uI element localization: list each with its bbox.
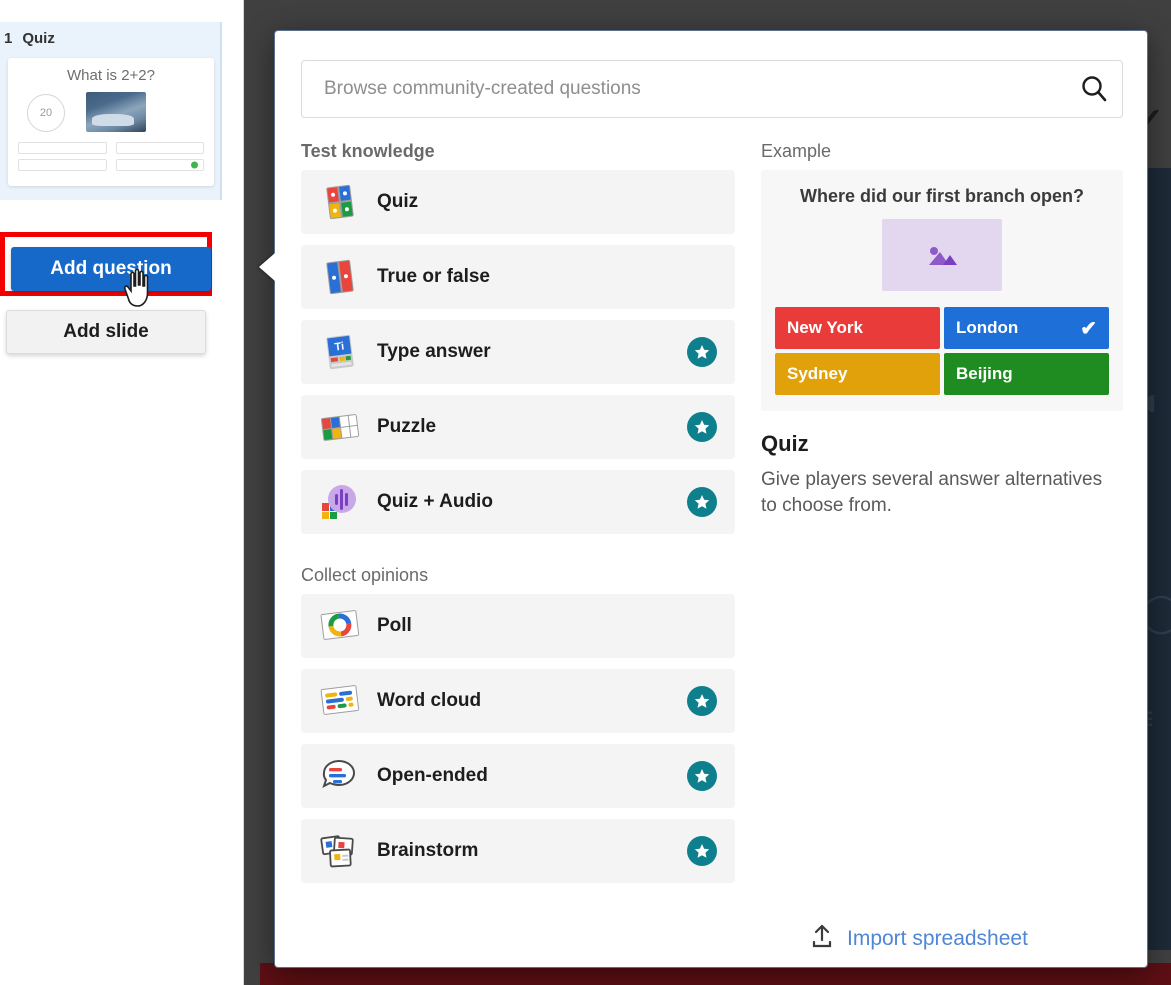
thumbnail-answers [18,142,204,176]
import-spreadsheet-button[interactable]: Import spreadsheet [809,923,1028,955]
question-type-label: Brainstorm [377,840,479,861]
example-heading: Example [761,141,832,161]
thumbnail-image [86,92,146,132]
search-bar[interactable] [301,60,1123,118]
example-answer-label: Beijing [956,364,1013,383]
question-type-modal: Test knowledge [259,30,1148,968]
add-slide-button[interactable]: Add slide [6,310,206,354]
add-question-button[interactable]: Add question [11,247,211,291]
speech-bubble-icon [317,753,363,799]
example-card: Where did our first branch open? New Yor… [761,170,1123,411]
question-type-label: Type answer [377,341,491,362]
true-false-tiles-icon [317,254,363,300]
audio-wave-icon [317,479,363,525]
example-answer-label: Sydney [787,364,848,383]
question-type-open-ended[interactable]: Open-ended [301,744,735,808]
slide-list-item[interactable]: 1 Quiz What is 2+2? 20 [0,22,222,200]
example-answer-label: London [956,318,1019,337]
question-type-brainstorm[interactable]: Brainstorm [301,819,735,883]
question-type-label: Word cloud [377,690,482,711]
premium-star-icon [687,487,717,517]
app-root: ✓ ◐ ◯ ≡ 1 Quiz What is 2+2? 20 [0,0,1171,985]
poll-donut-icon [317,603,363,649]
question-type-label: Quiz [377,191,419,212]
slide-number: 1 [4,30,13,47]
slide-header: 1 Quiz [0,22,220,53]
question-type-label: True or false [377,266,490,287]
thumbnail-answer-row [18,142,204,154]
search-icon[interactable] [1066,74,1122,104]
puzzle-tiles-icon [317,404,363,450]
question-type-label: Poll [377,615,412,636]
slides-sidebar: 1 Quiz What is 2+2? 20 Add question Add … [0,0,244,985]
example-type-title: Quiz [761,431,809,456]
sticky-notes-icon [317,828,363,874]
premium-star-icon [687,337,717,367]
thumbnail-answer-box [115,142,204,154]
question-type-label: Puzzle [377,416,437,437]
question-type-type-answer[interactable]: Ti Type answer [301,320,735,384]
thumbnail-answer-box [18,159,107,171]
thumbnail-answer-box-correct [115,159,204,171]
modal-pointer-arrow [259,253,275,281]
example-type-description: Give players several answer alternatives… [761,469,1103,516]
question-type-quiz[interactable]: Quiz [301,170,735,234]
thumbnail-answer-row [18,159,204,171]
example-answer-sydney: Sydney [775,353,940,395]
slide-type-label: Quiz [22,30,55,47]
section-heading: Collect opinions [301,565,429,585]
section-heading: Test knowledge [301,141,435,161]
question-type-poll[interactable]: Poll [301,594,735,658]
quiz-tiles-icon [317,179,363,225]
premium-star-icon [687,686,717,716]
question-type-label: Open-ended [377,765,488,786]
slide-thumbnail[interactable]: What is 2+2? 20 [8,58,214,186]
example-answer-new-york: New York [775,307,940,349]
import-spreadsheet-label: Import spreadsheet [847,927,1028,950]
thumbnail-answer-box [18,142,107,154]
search-input[interactable] [302,78,1066,100]
type-answer-icon: Ti [317,329,363,375]
premium-star-icon [687,412,717,442]
question-type-list: Test knowledge Quiz True or false Ti Typ… [301,141,735,894]
premium-star-icon [687,761,717,791]
svg-text:Ti: Ti [334,340,345,353]
correct-answer-dot [191,161,198,169]
section-collect-opinions: Collect opinions Poll Word cloud Open-en… [301,565,735,883]
example-answer-beijing: Beijing [944,353,1109,395]
thumbnail-timer: 20 [27,94,65,132]
word-cloud-icon [317,678,363,724]
example-answer-grid: New York London ✔ Sydney Beijing [775,307,1109,395]
image-placeholder-icon [882,219,1002,291]
example-answer-london: London ✔ [944,307,1109,349]
question-type-puzzle[interactable]: Puzzle [301,395,735,459]
question-type-word-cloud[interactable]: Word cloud [301,669,735,733]
upload-icon [809,923,835,955]
example-question-text: Where did our first branch open? [799,186,1084,206]
question-type-true-or-false[interactable]: True or false [301,245,735,309]
thumbnail-question-text: What is 2+2? [67,67,155,84]
question-type-quiz-audio[interactable]: Quiz + Audio [301,470,735,534]
correct-check-icon: ✔ [1080,317,1097,340]
add-question-highlight: Add question [0,232,212,296]
thumbnail-body: 20 [8,90,214,146]
section-test-knowledge: Test knowledge Quiz True or false Ti Typ… [301,141,735,534]
premium-star-icon [687,836,717,866]
example-answer-label: New York [787,318,863,337]
question-type-label: Quiz + Audio [377,491,493,512]
example-preview-panel: Example Where did our first branch open?… [761,141,1123,518]
